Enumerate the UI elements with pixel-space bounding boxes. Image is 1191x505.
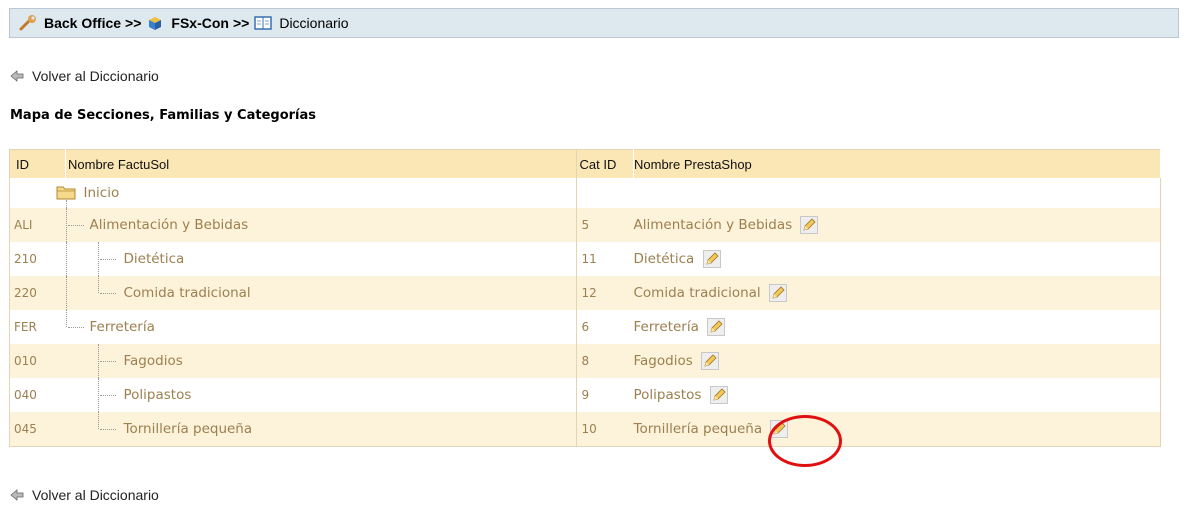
row-cat-id: 10 [576,412,634,447]
folder-icon [56,186,75,200]
tree-root-label[interactable]: Inicio [84,185,120,201]
factusol-name: Fagodios [123,353,183,369]
header-nombre-prestashop: Nombre PrestaShop [633,149,1161,178]
prestashop-name: Polipastos [633,387,702,403]
factusol-name: Tornillería pequeña [123,421,253,437]
row-cat-id: 11 [576,242,634,276]
pencil-icon[interactable] [701,352,720,370]
prestashop-name: Dietética [633,251,695,267]
prestashop-name: Tornillería pequeña [633,421,763,437]
factusol-name: Alimentación y Bebidas [89,217,249,233]
row-cat-id: 8 [576,344,634,378]
row-cat-id: 5 [576,208,634,242]
factusol-name: Comida tradicional [123,285,251,301]
breadcrumb: Back Office >> FSx-Con >> Diccionario [9,8,1179,38]
breadcrumb-diccionario[interactable]: Diccionario [279,15,348,31]
back-to-dictionary-link-bottom[interactable]: Volver al Diccionario [10,487,159,503]
breadcrumb-separator: >> [232,15,250,31]
category-map-table: ID Nombre FactuSol Cat ID Nombre PrestaS… [9,149,1161,447]
header-cat-id: Cat ID [576,149,634,178]
table-row: ALI Alimentación y Bebidas 5 Alimentació… [9,208,1161,242]
row-id: 220 [9,276,66,310]
prestashop-name: Alimentación y Bebidas [633,217,793,233]
breadcrumb-fsx-con[interactable]: FSx-Con [171,15,229,31]
table-row-root: Inicio [9,178,1161,208]
row-id: 010 [9,344,66,378]
factusol-name: Dietética [123,251,185,267]
table-row: 040 Polipastos 9 Polipastos [9,378,1161,412]
factusol-name: Ferretería [89,319,155,335]
pencil-icon[interactable] [770,420,789,438]
row-id: ALI [9,208,66,242]
row-id: 210 [9,242,66,276]
row-cat-id: 6 [576,310,634,344]
back-to-dictionary-link-top[interactable]: Volver al Diccionario [10,68,159,84]
table-row: 045 Tornillería pequeña 10 Tornillería p… [9,412,1161,447]
factusol-name: Polipastos [123,387,192,403]
header-id: ID [9,149,66,178]
header-nombre-factusol: Nombre FactuSol [65,149,577,178]
row-cat-id: 9 [576,378,634,412]
book-icon [254,16,273,30]
table-row: 220 Comida tradicional 12 Comida tradici… [9,276,1161,310]
pencil-icon[interactable] [800,216,819,234]
pencil-icon[interactable] [709,386,728,404]
row-id: FER [9,310,66,344]
row-cat-id: 12 [576,276,634,310]
pencil-icon[interactable] [768,284,787,302]
back-arrow-icon [10,70,24,82]
back-link-label: Volver al Diccionario [32,68,159,84]
wrench-icon [19,15,36,31]
row-id: 045 [9,412,66,447]
cube-icon [149,17,162,30]
table-row: 010 Fagodios 8 Fagodios [9,344,1161,378]
table-row: 210 Dietética 11 Dietética [9,242,1161,276]
back-link-label: Volver al Diccionario [32,487,159,503]
table-row: FER Ferretería 6 Ferretería [9,310,1161,344]
page-title: Mapa de Secciones, Familias y Categorías [10,108,317,123]
breadcrumb-separator: >> [125,15,142,31]
prestashop-name: Fagodios [633,353,693,369]
back-arrow-icon [10,489,24,501]
breadcrumb-back-office[interactable]: Back Office [44,15,121,31]
prestashop-name: Comida tradicional [633,285,761,301]
pencil-icon[interactable] [707,318,726,336]
prestashop-name: Ferretería [633,319,699,335]
table-header-row: ID Nombre FactuSol Cat ID Nombre PrestaS… [9,149,1161,178]
row-id: 040 [9,378,66,412]
pencil-icon[interactable] [702,250,721,268]
